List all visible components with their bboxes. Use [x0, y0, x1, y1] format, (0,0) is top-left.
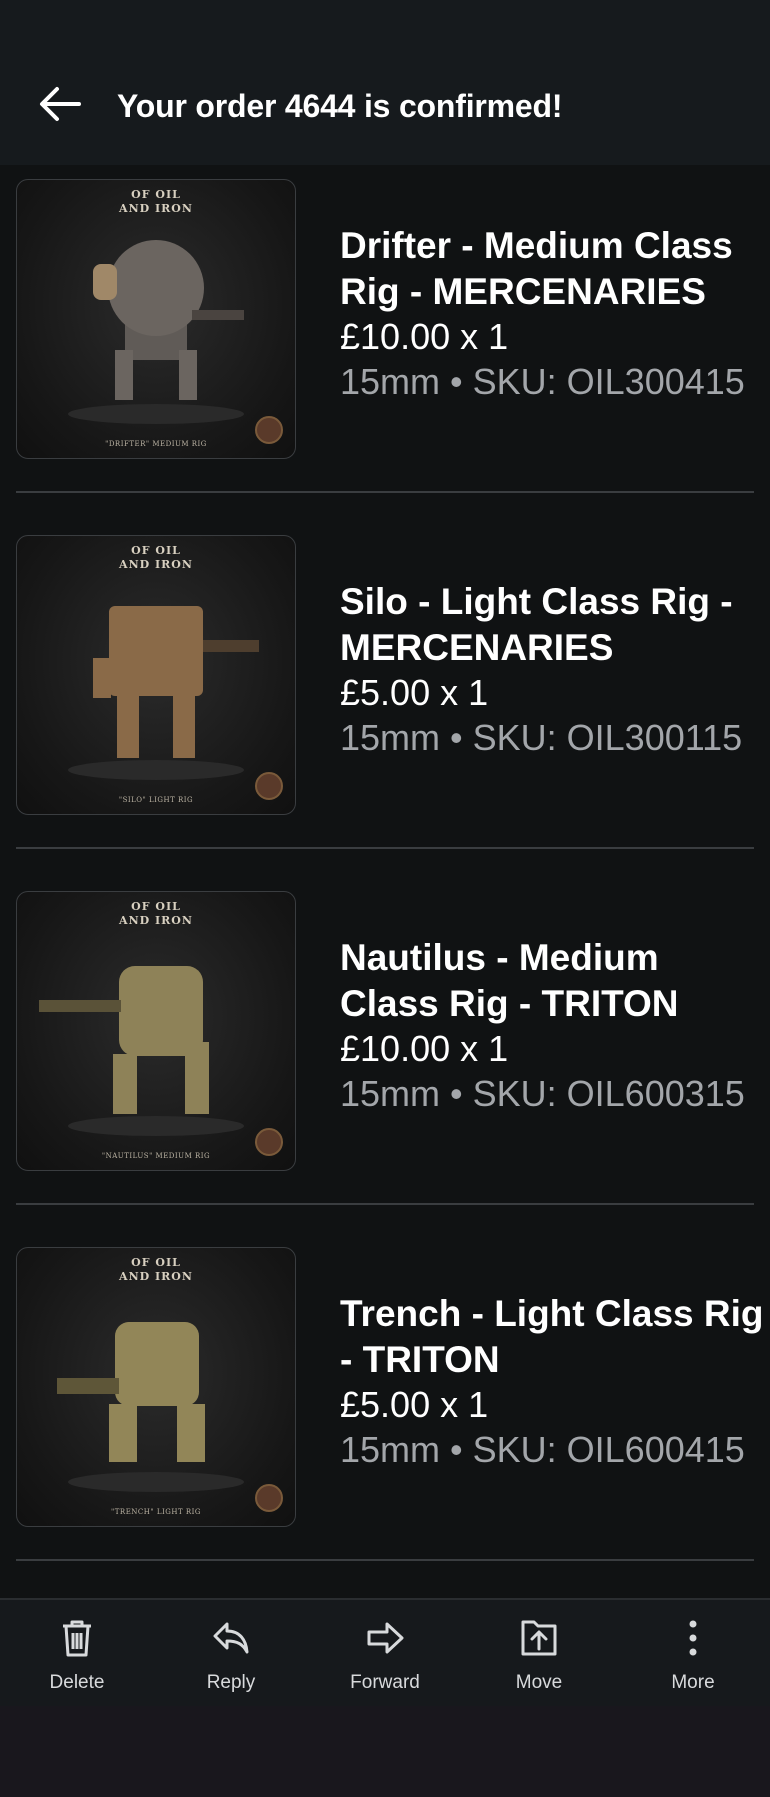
item-name-line1: Drifter - Medium Class [340, 225, 733, 266]
delete-label: Delete [49, 1672, 105, 1693]
product-miniature-image [68, 240, 244, 424]
page-title: Your order 4644 is confirmed! [117, 88, 563, 124]
forward-button[interactable]: Forward [308, 1600, 462, 1708]
system-navigation-bar [0, 1706, 770, 1797]
item-name-line2: MERCENARIES [340, 627, 614, 668]
order-items-list[interactable]: OF OIL AND IRON "DRIFTER" MEDIUM RIG Dri… [0, 165, 770, 1598]
thumbnail-caption: "DRIFTER" MEDIUM RIG [105, 440, 207, 448]
trash-icon [57, 1618, 97, 1658]
app-header: Your order 4644 is confirmed! [0, 0, 770, 165]
move-icon [519, 1618, 559, 1658]
delete-button[interactable]: Delete [0, 1600, 154, 1708]
forward-label: Forward [350, 1672, 420, 1693]
item-sku: 15mm • SKU: OIL300115 [340, 717, 743, 758]
brand-seal-icon [255, 1484, 283, 1512]
item-divider [16, 847, 754, 849]
reply-icon [211, 1618, 251, 1658]
forward-icon [365, 1618, 405, 1658]
item-details: Drifter - Medium Class Rig - MERCENARIES… [340, 223, 770, 405]
item-sku: 15mm • SKU: OIL600315 [340, 1073, 745, 1114]
item-name-line1: Trench - Light Class Rig [340, 1293, 764, 1334]
more-vertical-icon [673, 1618, 713, 1658]
product-thumbnail[interactable]: OF OIL AND IRON "SILO" LIGHT RIG [16, 535, 296, 815]
item-price: £5.00 x 1 [340, 672, 489, 713]
product-thumbnail[interactable]: OF OIL AND IRON "DRIFTER" MEDIUM RIG [16, 179, 296, 459]
thumbnail-caption: "SILO" LIGHT RIG [118, 796, 194, 804]
item-price: £10.00 x 1 [340, 1028, 509, 1069]
product-miniature-image [68, 606, 259, 780]
thumbnail-brand-text: OF OIL AND IRON [119, 188, 193, 215]
order-line-item[interactable]: OF OIL AND IRON "TRENCH" LIGHT RIG Trenc… [0, 1233, 770, 1589]
item-price: £5.00 x 1 [340, 1384, 489, 1425]
order-line-item[interactable]: OF OIL AND IRON "DRIFTER" MEDIUM RIG Dri… [0, 165, 770, 521]
thumbnail-caption: "TRENCH" LIGHT RIG [111, 1508, 201, 1516]
brand-seal-icon [255, 772, 283, 800]
item-name-line2: Class Rig - TRITON [340, 983, 679, 1024]
order-line-item[interactable]: OF OIL AND IRON "NAUTILUS" MEDIUM RIG Na… [0, 877, 770, 1233]
item-details: Silo - Light Class Rig - MERCENARIES £5.… [340, 579, 770, 761]
more-label: More [671, 1672, 715, 1693]
thumbnail-caption: "NAUTILUS" MEDIUM RIG [101, 1152, 211, 1160]
more-button[interactable]: More [616, 1600, 770, 1708]
back-button[interactable] [34, 84, 84, 128]
item-name-line1: Nautilus - Medium [340, 937, 659, 978]
product-miniature-image [39, 966, 244, 1136]
thumbnail-brand-text: OF OIL AND IRON [119, 1256, 193, 1283]
email-action-toolbar: Delete Reply Forward Move More [0, 1598, 770, 1708]
item-details: Nautilus - Medium Class Rig - TRITON £10… [340, 935, 770, 1117]
item-divider [16, 491, 754, 493]
item-price: £10.00 x 1 [340, 316, 509, 357]
item-divider [16, 1203, 754, 1205]
move-label: Move [515, 1672, 563, 1693]
reply-button[interactable]: Reply [154, 1600, 308, 1708]
item-name-line1: Silo - Light Class Rig - [340, 581, 733, 622]
brand-seal-icon [255, 1128, 283, 1156]
thumbnail-brand-text: OF OIL AND IRON [119, 900, 193, 927]
item-divider [16, 1559, 754, 1561]
product-thumbnail[interactable]: OF OIL AND IRON "NAUTILUS" MEDIUM RIG [16, 891, 296, 1171]
product-thumbnail[interactable]: OF OIL AND IRON "TRENCH" LIGHT RIG [16, 1247, 296, 1527]
item-name-line2: - TRITON [340, 1339, 500, 1380]
item-details: Trench - Light Class Rig - TRITON £5.00 … [340, 1291, 770, 1473]
brand-seal-icon [255, 416, 283, 444]
item-sku: 15mm • SKU: OIL300415 [340, 361, 745, 402]
back-arrow-icon [37, 86, 81, 127]
reply-label: Reply [206, 1672, 256, 1693]
item-sku: 15mm • SKU: OIL600415 [340, 1429, 745, 1470]
product-miniature-image [57, 1322, 244, 1492]
thumbnail-brand-text: OF OIL AND IRON [119, 544, 193, 571]
move-button[interactable]: Move [462, 1600, 616, 1708]
order-line-item[interactable]: OF OIL AND IRON "SILO" LIGHT RIG Silo - … [0, 521, 770, 877]
item-name-line2: Rig - MERCENARIES [340, 271, 706, 312]
